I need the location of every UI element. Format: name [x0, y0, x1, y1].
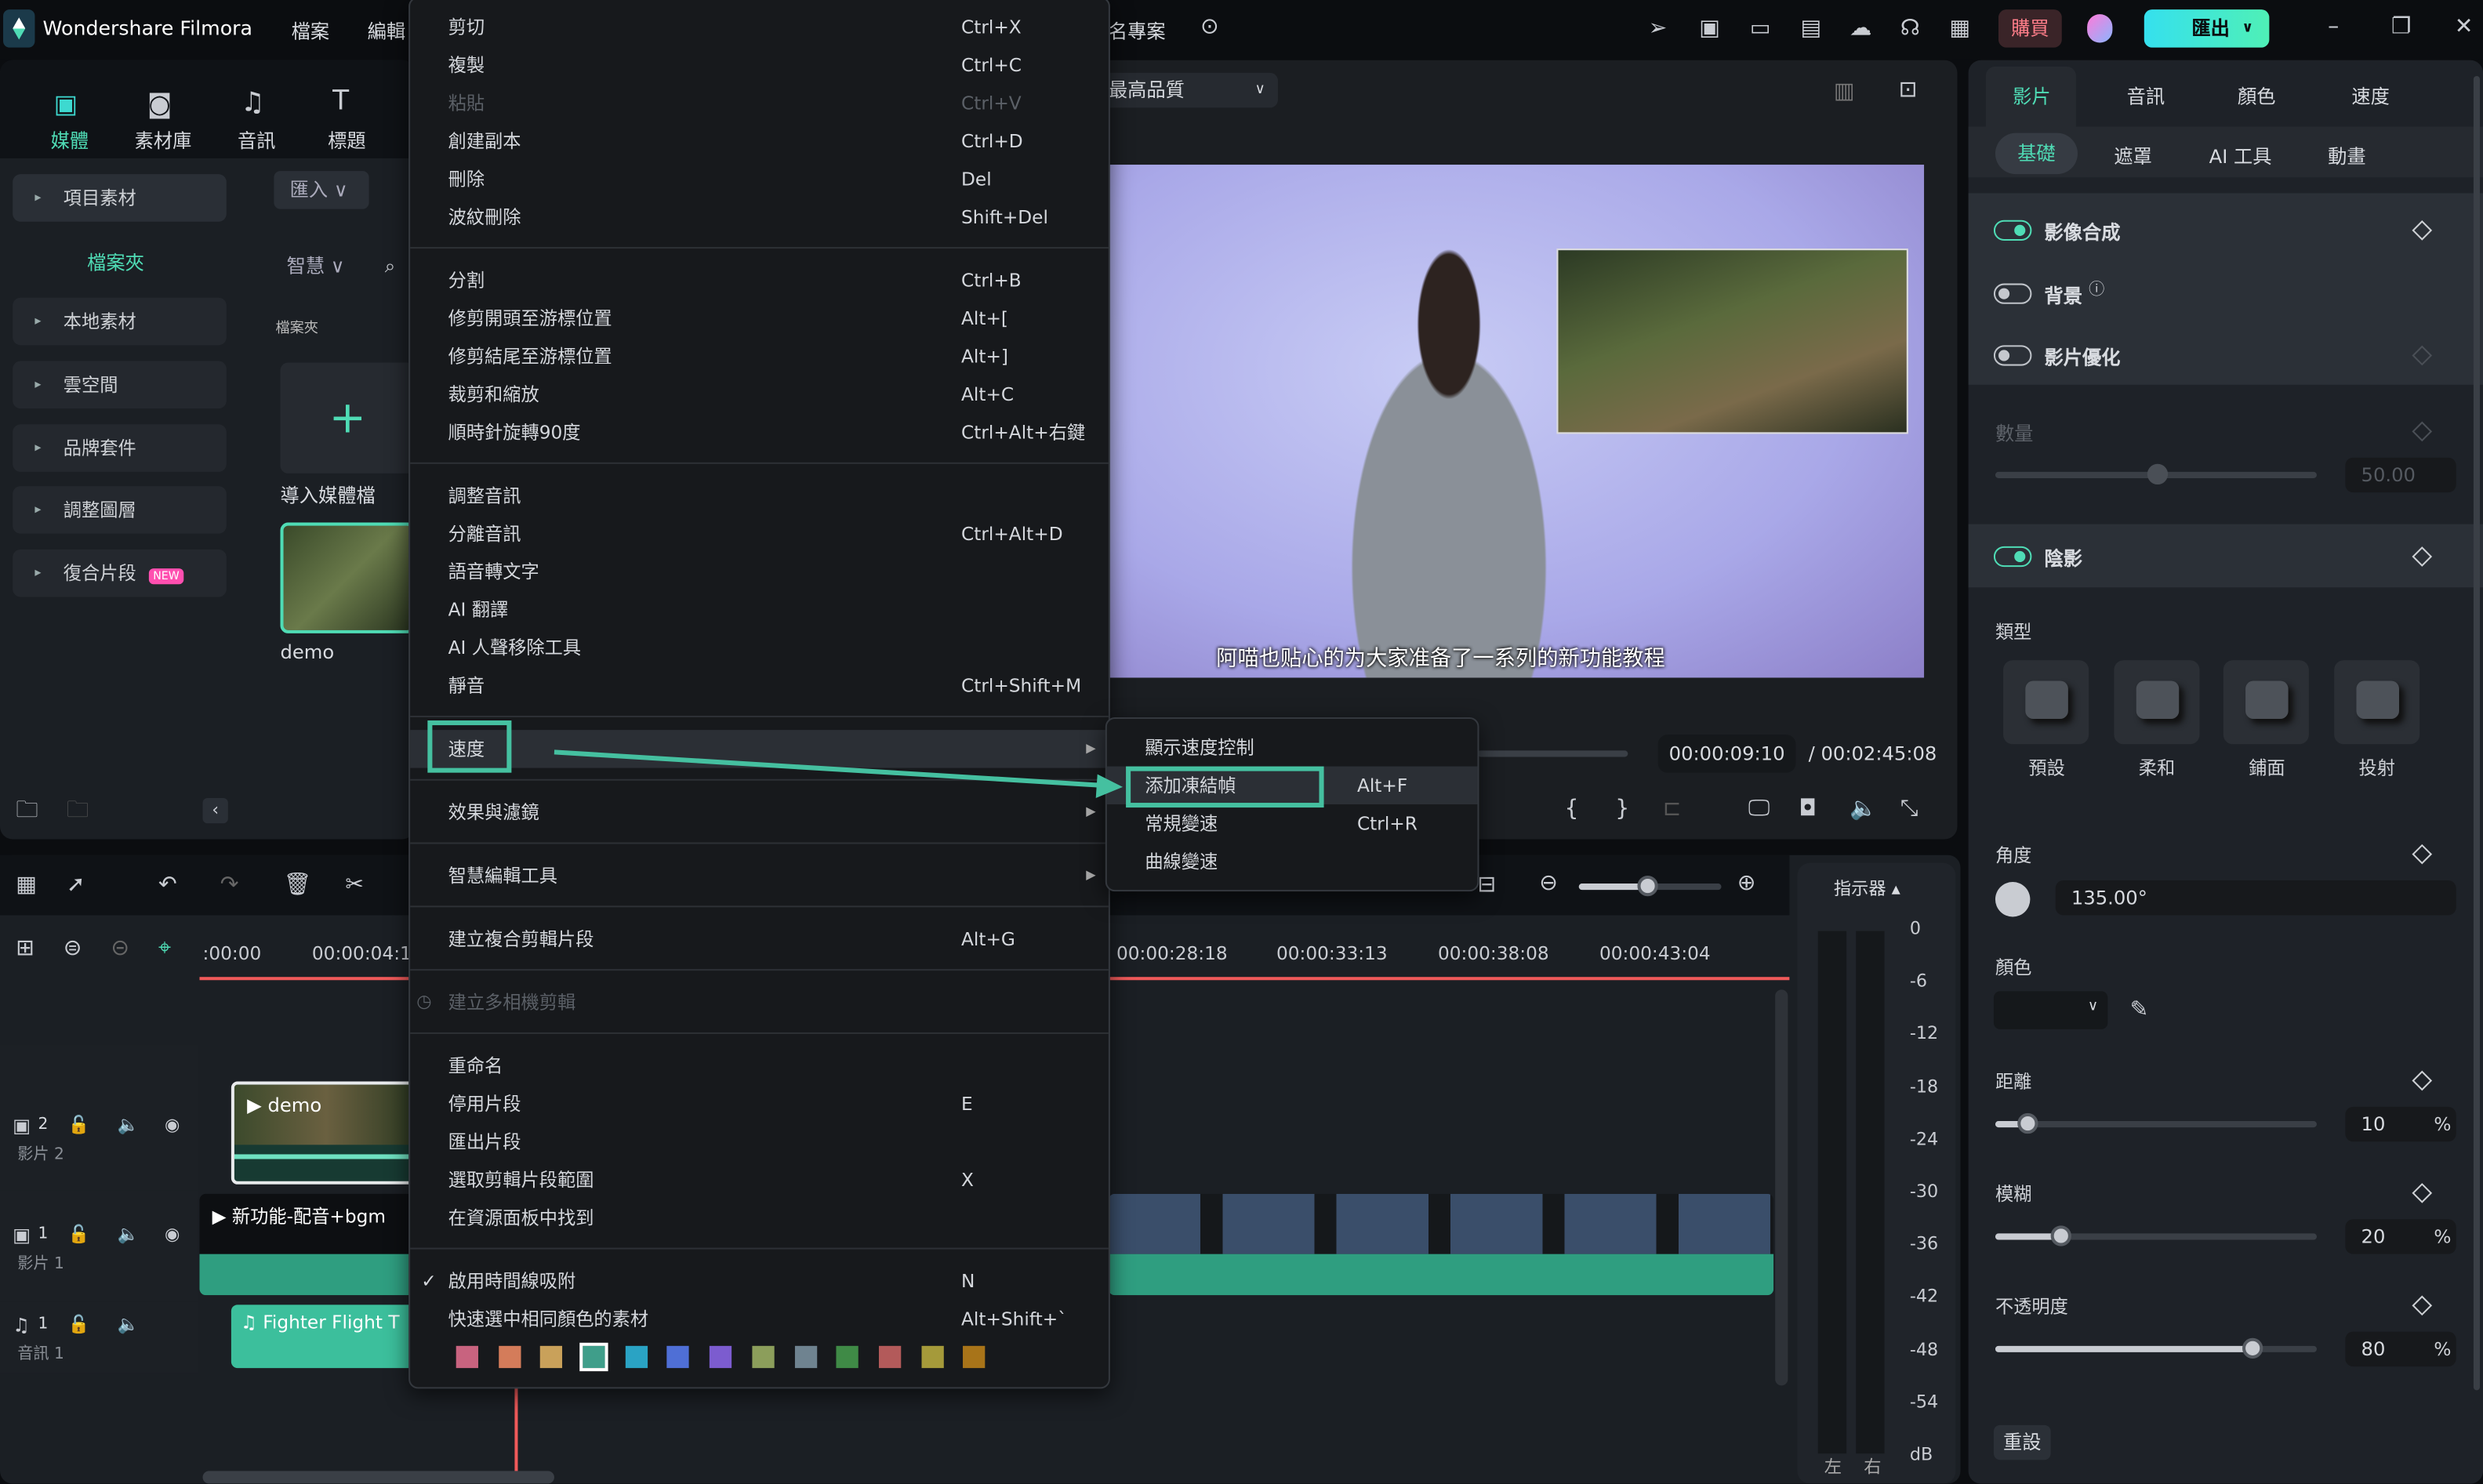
filmora-window: Wondershare Filmora 檔案 編輯 未命名專案 ⊙ ➢ ▣ ▭ …: [0, 0, 2483, 1484]
annotation-arrow: [554, 749, 1124, 798]
